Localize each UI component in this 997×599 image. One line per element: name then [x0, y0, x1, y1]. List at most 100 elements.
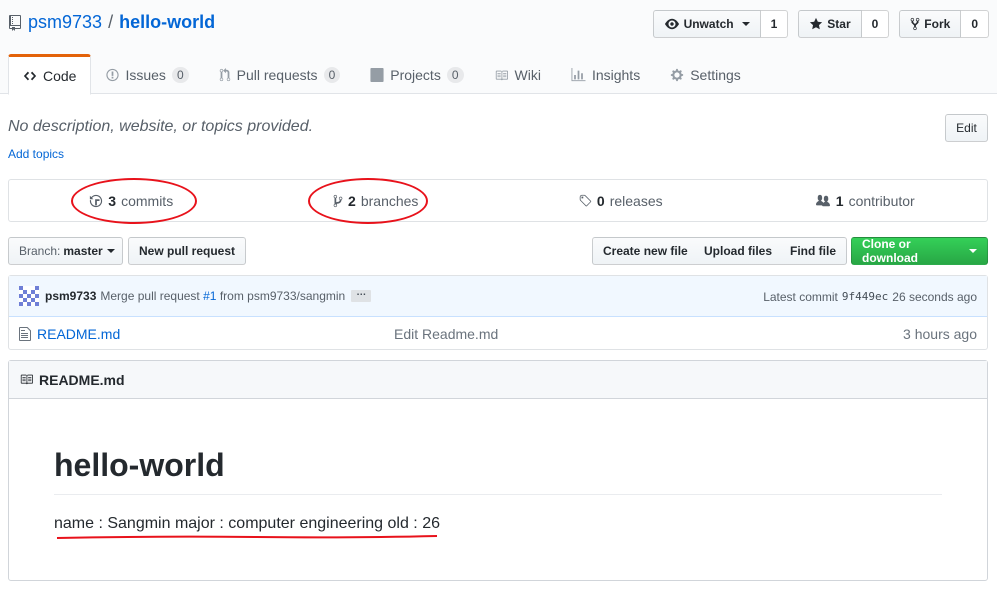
commit-age: 26 seconds ago [892, 289, 977, 304]
branches-count: 2 [348, 192, 356, 209]
contributors-label: contributor [848, 192, 915, 209]
commit-author[interactable]: psm9733 [45, 289, 96, 303]
readme-heading: hello-world [54, 447, 225, 483]
readme-header: README.md [9, 361, 987, 399]
repo-owner-link[interactable]: psm9733 [28, 12, 102, 33]
commit-message[interactable]: Merge pull request #1 from psm9733/sangm… [100, 289, 345, 303]
star-button[interactable]: Star [798, 10, 862, 38]
unwatch-button[interactable]: Unwatch [652, 10, 761, 38]
tab-label: Settings [690, 67, 741, 83]
pull-request-icon [219, 68, 230, 82]
repo-icon [9, 14, 21, 31]
readme-title: README.md [39, 371, 125, 388]
gear-icon [671, 68, 684, 82]
file-commit-message[interactable]: Edit Readme.md [394, 326, 498, 342]
file-wrap: psm9733 Merge pull request #1 from psm97… [8, 275, 988, 350]
project-icon [370, 68, 384, 82]
branch-select-button[interactable]: Branch: master [8, 237, 123, 265]
watch-count[interactable]: 1 [760, 10, 789, 38]
releases-label: releases [609, 192, 663, 209]
tab-issues[interactable]: Issues 0 [91, 54, 203, 94]
issue-icon [106, 68, 120, 82]
contributors-link[interactable]: 1 contributor [743, 180, 988, 221]
file-navigation: Branch: master New pull request Create n… [8, 237, 988, 265]
commit-sha[interactable]: 9f449ec [842, 290, 888, 303]
pull-requests-counter: 0 [323, 67, 341, 83]
tab-label: Issues [125, 67, 166, 83]
book-icon [495, 70, 508, 80]
fork-group: Fork 0 [899, 10, 989, 38]
readme-divider [54, 494, 942, 495]
tab-label: Code [43, 67, 77, 84]
chevron-down-icon [969, 249, 977, 253]
eye-icon [664, 18, 679, 30]
commits-label: commits [121, 192, 174, 209]
new-pull-request-button[interactable]: New pull request [128, 237, 247, 265]
branch-prefix: Branch: [19, 244, 61, 258]
create-new-file-button[interactable]: Create new file [592, 237, 699, 265]
star-icon [810, 17, 823, 30]
file-icon [19, 326, 31, 341]
latest-commit: Latest commit 9f449ec 26 seconds ago [763, 276, 977, 317]
clone-label: Clone or download [862, 237, 918, 265]
commit-message-suffix: from psm9733/sangmin [219, 289, 346, 303]
tab-insights[interactable]: Insights [556, 54, 655, 94]
tab-projects[interactable]: Projects 0 [355, 54, 478, 94]
repo-header: psm9733 / hello-world Unwatch 1 Star 0 F… [0, 0, 997, 95]
tab-label: Wiki [514, 67, 541, 83]
annotation-underline [56, 535, 438, 539]
projects-counter: 0 [446, 67, 464, 83]
commit-tease: psm9733 Merge pull request #1 from psm97… [9, 276, 987, 317]
book-icon [20, 374, 33, 385]
file-row: README.md Edit Readme.md 3 hours ago [9, 317, 987, 350]
tab-wiki[interactable]: Wiki [479, 54, 556, 94]
expand-commit-button[interactable]: … [351, 288, 372, 302]
unwatch-label: Unwatch [683, 17, 734, 31]
branches-link[interactable]: 2 branches [254, 178, 499, 224]
repo-description: No description, website, or topics provi… [8, 118, 314, 135]
add-topics-link[interactable]: Add topics [8, 147, 64, 161]
readme-box: README.md hello-world name : Sangmin maj… [8, 360, 988, 581]
fork-label: Fork [924, 17, 951, 31]
releases-link[interactable]: 0 releases [498, 180, 743, 221]
repo-nav: Code Issues 0 Pull requests 0 Projects 0… [8, 54, 756, 95]
tab-label: Insights [591, 67, 641, 83]
watch-group: Unwatch 1 [652, 10, 789, 38]
tab-code[interactable]: Code [8, 54, 92, 95]
tab-label: Projects [390, 67, 441, 83]
latest-commit-label: Latest commit [763, 289, 838, 304]
graph-icon [571, 68, 586, 82]
fork-count[interactable]: 0 [961, 10, 989, 38]
fork-icon [910, 17, 920, 31]
star-count[interactable]: 0 [861, 10, 890, 38]
history-icon [90, 194, 103, 207]
numbers-summary: 3 commits 2 branches 0 releases 1 contri… [8, 178, 988, 224]
repo-name-link[interactable]: hello-world [119, 12, 215, 33]
branch-name: master [63, 244, 103, 258]
path-separator: / [108, 12, 114, 32]
readme-body: name : Sangmin major : computer engineer… [54, 515, 440, 532]
tab-pull-requests[interactable]: Pull requests 0 [204, 54, 356, 94]
branch-icon [333, 194, 343, 207]
upload-files-button[interactable]: Upload files [694, 237, 784, 265]
star-label: Star [827, 17, 851, 31]
releases-count: 0 [596, 192, 605, 209]
fork-button[interactable]: Fork [899, 10, 962, 38]
code-icon [23, 71, 37, 80]
contributors-count: 1 [835, 192, 844, 209]
tab-settings[interactable]: Settings [655, 54, 756, 94]
clone-or-download-button[interactable]: Clone or download [851, 237, 988, 265]
pagehead-actions: Unwatch 1 Star 0 Fork 0 [652, 10, 989, 38]
tab-label: Pull requests [236, 67, 318, 83]
pr-link[interactable]: #1 [203, 289, 216, 303]
file-name-link[interactable]: README.md [37, 326, 120, 342]
edit-button[interactable]: Edit [945, 114, 988, 142]
branches-label: branches [360, 192, 419, 209]
commits-count: 3 [108, 192, 117, 209]
commit-message-prefix: Merge pull request [100, 289, 200, 303]
commits-link[interactable]: 3 commits [9, 178, 254, 224]
avatar[interactable] [19, 286, 39, 306]
find-file-button[interactable]: Find file [780, 237, 847, 265]
tag-icon [579, 194, 592, 206]
people-icon [815, 194, 830, 206]
